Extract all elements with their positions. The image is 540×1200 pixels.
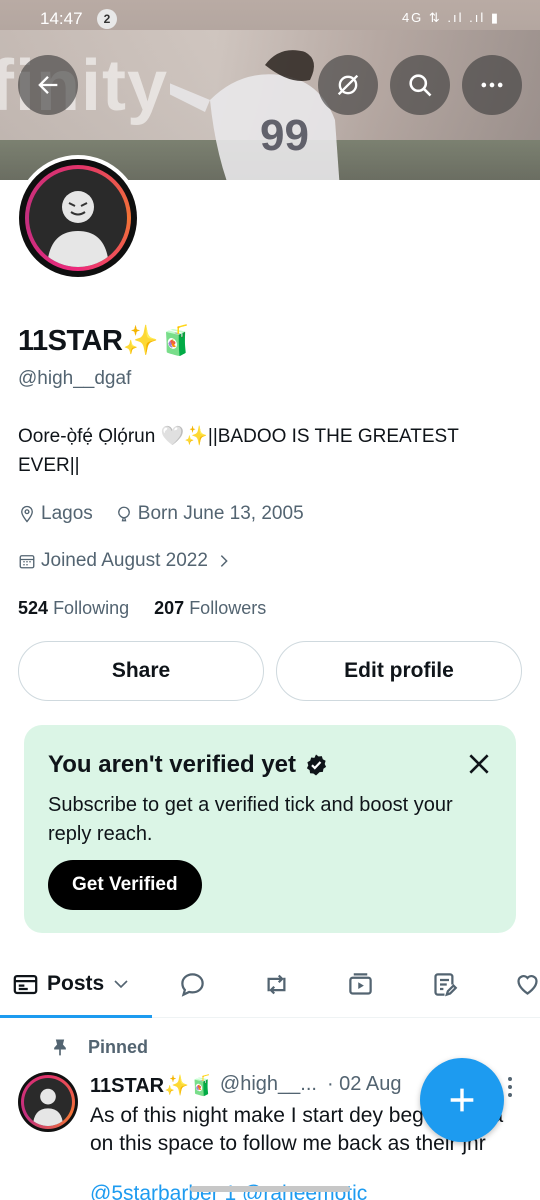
chevron-right-icon xyxy=(220,555,228,567)
banner-player-image: 99 xyxy=(170,50,340,180)
followers-link[interactable]: 207 Followers xyxy=(154,598,266,618)
follow-stats: 524 Following 207 Followers xyxy=(18,598,266,619)
birthday-icon xyxy=(117,506,130,522)
replies-icon xyxy=(181,972,204,997)
notification-count-badge: 2 xyxy=(97,9,117,29)
chevron-down-icon xyxy=(114,980,128,989)
following-count: 524 xyxy=(18,598,49,618)
post-avatar-ring xyxy=(21,1075,75,1129)
verified-badge-icon xyxy=(306,754,327,776)
active-tab-indicator xyxy=(0,1015,152,1018)
pin-icon xyxy=(54,1039,66,1056)
edit-profile-button[interactable]: Edit profile xyxy=(276,641,522,701)
avatar-image xyxy=(29,169,127,267)
avatar-frame xyxy=(19,159,137,277)
hide-icon xyxy=(337,74,359,96)
tab-posts-label: Posts xyxy=(47,972,105,995)
search-button[interactable] xyxy=(390,55,450,115)
articles-icon xyxy=(434,972,458,996)
tab-likes[interactable] xyxy=(514,950,540,1018)
post-avatar-silhouette-icon xyxy=(32,1088,64,1126)
post-more-icon[interactable] xyxy=(505,1075,515,1099)
profile-bio: Oore-ọ̀fẹ́ Ọlọ́run 🤍✨||BADOO IS THE GREA… xyxy=(18,426,459,476)
verify-card: You aren't verified yet Subscribe to get… xyxy=(24,725,516,933)
svg-text:99: 99 xyxy=(260,111,309,160)
compose-button[interactable] xyxy=(420,1058,504,1142)
tab-media[interactable] xyxy=(347,950,374,1018)
status-network: 4G ⇅ .ıl .ıl ▮ xyxy=(401,10,500,25)
back-button[interactable] xyxy=(18,55,78,115)
post-date: · 02 Aug xyxy=(326,1073,402,1095)
post-avatar-image xyxy=(24,1078,72,1126)
profile-avatar[interactable] xyxy=(15,155,141,281)
profile-birthday: Born June 13, 2005 xyxy=(137,503,304,524)
close-icon[interactable] xyxy=(466,751,492,777)
media-icon xyxy=(349,972,372,995)
profile-location: Lagos xyxy=(41,503,93,524)
more-button[interactable] xyxy=(462,55,522,115)
hide-banner-button[interactable] xyxy=(318,55,378,115)
pinned-label: Pinned xyxy=(88,1036,149,1057)
post-header: 11STAR✨🧃 @high__... · 02 Aug xyxy=(90,1073,401,1098)
post-author-handle[interactable]: @high__... xyxy=(220,1073,317,1098)
post-author-avatar[interactable] xyxy=(18,1072,78,1132)
verify-card-title: You aren't verified yet xyxy=(48,751,297,778)
profile-handle: @high__dgaf xyxy=(18,368,132,389)
posts-icon xyxy=(13,974,38,994)
tab-posts[interactable]: Posts xyxy=(12,950,130,1018)
following-label: Following xyxy=(53,598,130,618)
location-icon xyxy=(21,505,33,523)
followers-count: 207 xyxy=(154,598,185,618)
tab-reposts[interactable] xyxy=(263,950,290,1018)
pinned-label-row: Pinned xyxy=(50,1036,148,1058)
calendar-icon xyxy=(19,555,35,569)
tab-replies[interactable] xyxy=(179,950,206,1018)
likes-icon xyxy=(517,974,538,995)
status-time: 14:47 xyxy=(40,9,83,28)
home-indicator[interactable] xyxy=(190,1186,350,1192)
profile-joined: Joined August 2022 xyxy=(41,550,208,571)
verify-card-title-row: You aren't verified yet xyxy=(48,751,328,779)
share-button[interactable]: Share xyxy=(18,641,264,701)
joined-row[interactable]: Joined August 2022 xyxy=(18,550,237,572)
status-bar: 14:47 2 4G ⇅ .ıl .ıl ▮ xyxy=(0,0,540,40)
compose-plus-icon xyxy=(450,1088,474,1112)
search-icon xyxy=(409,74,432,97)
profile-tabs: Posts xyxy=(0,950,540,1018)
profile-meta-row: Lagos Born June 13, 2005 xyxy=(18,503,304,525)
profile-name: 11STAR✨🧃 xyxy=(18,325,194,357)
reposts-icon xyxy=(267,974,286,994)
back-arrow-icon xyxy=(38,76,58,94)
get-verified-button[interactable]: Get Verified xyxy=(48,860,202,910)
avatar-silhouette-icon xyxy=(47,191,109,267)
following-link[interactable]: 524 Following xyxy=(18,598,129,618)
verify-card-text: Subscribe to get a verified tick and boo… xyxy=(48,794,453,845)
more-icon xyxy=(481,82,503,88)
followers-label: Followers xyxy=(189,598,267,618)
avatar-ring xyxy=(25,165,131,271)
post-author-name[interactable]: 11STAR✨🧃 xyxy=(90,1073,214,1098)
tab-articles[interactable] xyxy=(431,950,458,1018)
